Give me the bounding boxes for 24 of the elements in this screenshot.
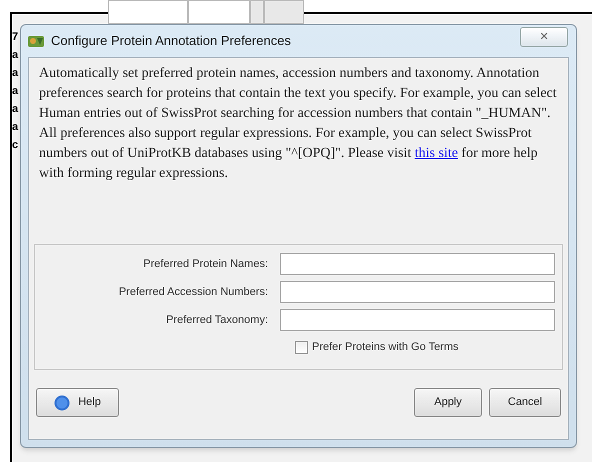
- field-label: Preferred Accession Numbers:: [118, 284, 269, 300]
- dialog-button[interactable]: Cancel: [489, 388, 561, 417]
- input-field[interactable]: [280, 253, 555, 275]
- row-label: a: [12, 84, 18, 99]
- row-label: 7: [12, 30, 18, 45]
- dialog-button[interactable]: Apply: [414, 388, 482, 417]
- row-label: a: [12, 66, 18, 81]
- row-label: a: [12, 102, 18, 117]
- input-field[interactable]: [280, 309, 555, 331]
- window-title: Configure Protein Annotation Preferences: [51, 32, 291, 50]
- site-link[interactable]: this site: [414, 146, 458, 161]
- checkbox[interactable]: [295, 340, 308, 354]
- row-label: a: [12, 120, 18, 135]
- close-button[interactable]: ✕: [520, 27, 568, 47]
- field-label: Preferred Protein Names:: [142, 256, 269, 272]
- app-icon: [27, 33, 45, 49]
- help-button[interactable]: Help: [36, 388, 119, 417]
- input-field[interactable]: [280, 281, 555, 303]
- row-label: a: [12, 48, 18, 63]
- help-icon: [54, 394, 70, 410]
- checkbox-label: Prefer Proteins with Go Terms: [312, 340, 459, 355]
- row-label: c: [12, 138, 18, 153]
- field-label: Preferred Taxonomy:: [165, 312, 269, 328]
- description-text: Automatically set preferred protein names, accession numbers and taxonomy. Annotation preferences search for proteins that contain the text you specify. For example, you can select Human entries out of SwissProt searching for accession numbers that contain "_HUMAN". All preferences also support regular expressions. For example, you can select SwissProt numbers out of UniProtKB databases using "^[OPQ]". Please visit this site for more help with forming regular expressions.: [38, 65, 558, 183]
